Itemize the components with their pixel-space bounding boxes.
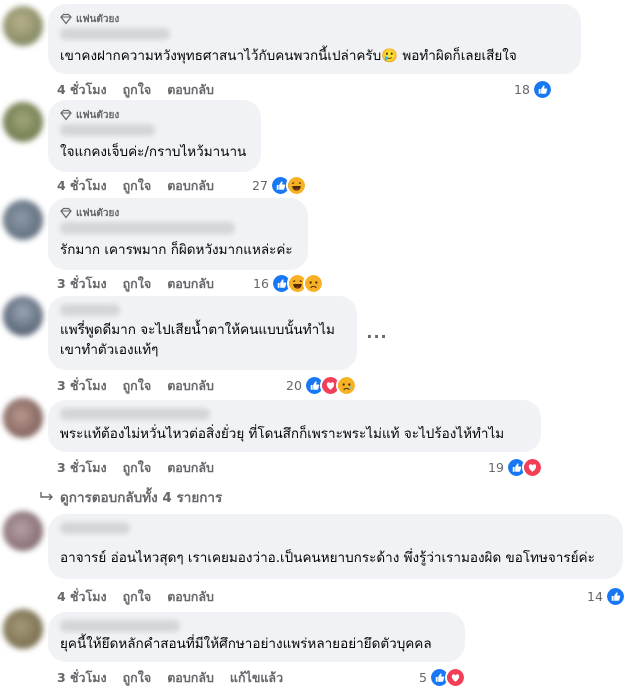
edited-label: แก้ไขแล้ว [229, 670, 284, 685]
love-reaction-icon [444, 667, 466, 688]
sad-reaction-icon [302, 273, 324, 294]
like-button[interactable]: ถูกใจ [123, 458, 152, 478]
avatar[interactable] [3, 200, 43, 240]
reply-button[interactable]: ตอบกลับ [167, 274, 214, 294]
comment-text: พระแท้ต้องไม่หวั่นไหวต่อสิ่งยั่วยุ ที่โด… [60, 426, 505, 442]
reply-button[interactable]: ตอบกลับ [167, 376, 214, 396]
comment-bubble: แฟนตัวยง ใจแกคงเจ็บค่ะ/กราบไหว้มานาน [48, 100, 261, 172]
like-reaction-icon [604, 586, 626, 607]
reaction-count: 19 [488, 460, 504, 475]
author-name[interactable] [60, 522, 130, 534]
comment-bubble: แพรี่พูดดีมาก จะไปเสียน้ำตาให้คนแบบนั้นท… [48, 296, 357, 370]
timestamp[interactable]: 4 ชั่วโมง [57, 80, 107, 100]
timestamp[interactable]: 3 ชั่วโมง [57, 668, 107, 688]
reaction-summary[interactable]: 20 [286, 375, 357, 396]
like-button[interactable]: ถูกใจ [123, 274, 152, 294]
fan-badge-label: แฟนตัวยง [76, 13, 120, 25]
comment-actions: 3 ชั่วโมง ถูกใจ ตอบกลับ [57, 274, 214, 294]
diamond-icon [60, 207, 72, 219]
reaction-summary[interactable]: 16 [253, 273, 324, 294]
fan-badge: แฟนตัวยง [60, 206, 296, 220]
comment-bubble: แฟนตัวยง รักมาก เคารพมาก ก็ผิดหวังมากแหล… [48, 198, 308, 270]
reaction-summary[interactable]: 14 [587, 586, 626, 607]
reaction-summary[interactable]: 5 [419, 667, 466, 688]
author-name[interactable] [60, 222, 235, 234]
author-name[interactable] [60, 304, 120, 316]
fan-badge-label: แฟนตัวยง [76, 207, 120, 219]
avatar[interactable] [3, 398, 43, 438]
haha-reaction-icon [285, 175, 307, 196]
comment-text: รักมาก เคารพมาก ก็ผิดหวังมากแหล่ะค่ะ [60, 242, 293, 258]
sad-reaction-icon [335, 375, 357, 396]
avatar[interactable] [3, 6, 43, 46]
timestamp[interactable]: 4 ชั่วโมง [57, 176, 107, 196]
like-reaction-icon [531, 79, 553, 100]
timestamp[interactable]: 3 ชั่วโมง [57, 458, 107, 478]
comment-actions: 3 ชั่วโมง ถูกใจ ตอบกลับ [57, 458, 214, 478]
comment-text: เขาคงฝากความหวังพุทธศาสนาไว้กับคนพวกนี้เ… [60, 48, 517, 64]
reaction-count: 27 [252, 178, 268, 193]
author-name[interactable] [60, 124, 155, 136]
avatar[interactable] [3, 296, 43, 336]
timestamp[interactable]: 4 ชั่วโมง [57, 587, 107, 607]
reaction-count: 5 [419, 670, 427, 685]
comment-actions: 4 ชั่วโมง ถูกใจ ตอบกลับ [57, 587, 214, 607]
view-replies-label: ดูการตอบกลับทั้ง 4 รายการ [60, 490, 223, 506]
comment-text-line-2: เขาทำตัวเองแท้ๆ [60, 342, 159, 358]
like-button[interactable]: ถูกใจ [123, 80, 152, 100]
love-reaction-icon [521, 457, 543, 478]
comment-text: ใจแกคงเจ็บค่ะ/กราบไหว้มานาน [60, 144, 247, 160]
reply-button[interactable]: ตอบกลับ [167, 80, 214, 100]
reaction-count: 14 [587, 589, 603, 604]
avatar[interactable] [3, 609, 43, 649]
comment-actions: 3 ชั่วโมง ถูกใจ ตอบกลับ [57, 376, 214, 396]
reaction-summary[interactable]: 19 [488, 457, 543, 478]
comment-bubble: ยุคนี้ให้ยึดหลักคำสอนที่มีให้ศึกษาอย่างแ… [48, 612, 465, 662]
reaction-summary[interactable]: 18 [514, 79, 553, 100]
fan-badge: แฟนตัวยง [60, 108, 249, 122]
reaction-count: 16 [253, 276, 269, 291]
like-button[interactable]: ถูกใจ [123, 376, 152, 396]
comment-actions: 4 ชั่วโมง ถูกใจ ตอบกลับ [57, 80, 214, 100]
fan-badge-label: แฟนตัวยง [76, 109, 120, 121]
author-name[interactable] [60, 620, 180, 632]
view-replies-link[interactable]: ดูการตอบกลับทั้ง 4 รายการ [40, 486, 222, 508]
diamond-icon [60, 109, 72, 121]
reaction-summary[interactable]: 27 [252, 175, 307, 196]
comment-bubble: พระแท้ต้องไม่หวั่นไหวต่อสิ่งยั่วยุ ที่โด… [48, 400, 541, 452]
author-name[interactable] [60, 408, 210, 420]
reply-button[interactable]: ตอบกลับ [167, 458, 214, 478]
like-button[interactable]: ถูกใจ [123, 668, 152, 688]
reaction-count: 20 [286, 378, 302, 393]
comment-text: อาจารย์ อ่อนไหวสุดๆ เราเคยมองว่าอ.เป็นคน… [60, 550, 595, 566]
comment-actions: 4 ชั่วโมง ถูกใจ ตอบกลับ [57, 176, 214, 196]
reply-arrow-icon [40, 492, 53, 501]
comment-actions: 3 ชั่วโมง ถูกใจ ตอบกลับ แก้ไขแล้ว [57, 668, 283, 688]
like-button[interactable]: ถูกใจ [123, 587, 152, 607]
comment-bubble: อาจารย์ อ่อนไหวสุดๆ เราเคยมองว่าอ.เป็นคน… [48, 514, 623, 579]
diamond-icon [60, 13, 72, 25]
comment-text: ยุคนี้ให้ยึดหลักคำสอนที่มีให้ศึกษาอย่างแ… [60, 636, 432, 652]
reply-button[interactable]: ตอบกลับ [167, 176, 214, 196]
timestamp[interactable]: 3 ชั่วโมง [57, 274, 107, 294]
reaction-count: 18 [514, 82, 530, 97]
reply-button[interactable]: ตอบกลับ [167, 668, 214, 688]
like-button[interactable]: ถูกใจ [123, 176, 152, 196]
author-name[interactable] [60, 28, 170, 40]
fan-badge: แฟนตัวยง [60, 12, 569, 26]
timestamp[interactable]: 3 ชั่วโมง [57, 376, 107, 396]
avatar[interactable] [3, 102, 43, 142]
comment-bubble: แฟนตัวยง เขาคงฝากความหวังพุทธศาสนาไว้กับ… [48, 4, 581, 74]
avatar[interactable] [3, 511, 43, 551]
comment-text-line-1: แพรี่พูดดีมาก จะไปเสียน้ำตาให้คนแบบนั้นท… [60, 322, 335, 338]
reply-button[interactable]: ตอบกลับ [167, 587, 214, 607]
more-options-icon[interactable]: ··· [365, 324, 389, 348]
